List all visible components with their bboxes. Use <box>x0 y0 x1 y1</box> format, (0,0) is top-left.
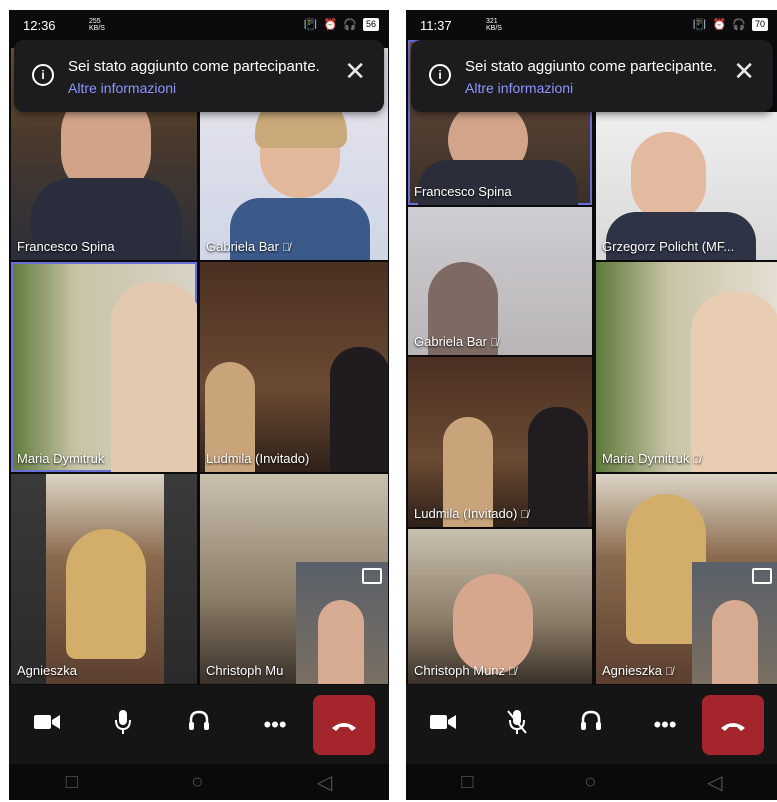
mic-icon[interactable] <box>85 709 161 741</box>
notification-banner: i Sei stato aggiunto come partecipante. … <box>411 40 773 112</box>
participant-name: Ludmila (Invitado) 🎙̸ <box>414 506 529 521</box>
more-info-link[interactable]: Altre informazioni <box>465 80 573 96</box>
banner-message: Sei stato aggiunto come partecipante. <box>465 58 717 75</box>
participant-name: Maria Dymitruk <box>17 451 105 466</box>
vibrate-icon: 📳 <box>692 19 707 31</box>
participant-tile-active[interactable]: Maria Dymitruk <box>11 262 197 472</box>
android-nav-bar: □ ○ ◁ <box>406 764 777 800</box>
network-speed: 255 KB/S <box>89 18 105 32</box>
headset-icon[interactable] <box>554 710 628 740</box>
participant-name: Christoph Mu <box>206 663 284 678</box>
close-icon[interactable]: ✕ <box>733 58 755 84</box>
participant-video <box>318 600 364 684</box>
participant-name: Francesco Spina <box>17 239 115 254</box>
switch-camera-icon[interactable] <box>362 568 382 584</box>
pip-self-view <box>296 562 388 684</box>
hangup-icon <box>721 723 745 731</box>
mic-muted-icon: 🎙̸ <box>281 242 291 254</box>
participant-video <box>528 407 588 527</box>
mic-muted-icon: 🎙̸ <box>508 666 517 678</box>
battery-icon: 70 <box>751 18 768 31</box>
participant-tile[interactable]: Christoph Munz 🎙̸ <box>408 529 592 684</box>
participant-tile[interactable]: Christoph Mu <box>200 474 388 684</box>
participant-name: Christoph Munz 🎙̸ <box>414 663 517 678</box>
participant-video <box>111 282 197 472</box>
status-bar: 12:36 255 KB/S 📳 ⏰ 🎧 56 <box>9 10 389 38</box>
participant-name: Gabriela Bar 🎙̸ <box>414 334 499 349</box>
participant-name: Francesco Spina <box>414 184 512 199</box>
participant-video <box>631 132 706 222</box>
home-icon[interactable]: ○ <box>584 771 596 794</box>
pip-self-view <box>692 562 777 684</box>
back-icon[interactable]: ◁ <box>707 770 722 795</box>
video-camera-icon[interactable] <box>406 712 480 738</box>
participant-tile[interactable]: Gabriela Bar 🎙̸ <box>408 207 592 355</box>
participant-name: Maria Dymitruk 🎙̸ <box>602 451 701 466</box>
participant-tile[interactable]: Grzegorz Policht (MF... <box>596 112 777 260</box>
right-phone-screen: 11:37 321 KB/S 📳 ⏰ 🎧 70 i Sei stato aggi… <box>406 10 777 800</box>
hangup-button[interactable] <box>702 695 764 755</box>
status-time: 12:36 <box>23 18 56 33</box>
more-icon[interactable]: ••• <box>237 712 313 738</box>
participant-tile[interactable]: Ludmila (Invitado) 🎙̸ <box>408 357 592 527</box>
mic-muted-icon: 🎙̸ <box>692 454 701 466</box>
status-bar: 11:37 321 KB/S 📳 ⏰ 🎧 70 <box>406 10 777 38</box>
banner-message: Sei stato aggiunto come partecipante. <box>68 58 320 75</box>
more-info-link[interactable]: Altre informazioni <box>68 80 176 96</box>
headphone-status-icon: 🎧 <box>343 19 357 31</box>
participant-video <box>712 600 758 684</box>
hangup-button[interactable] <box>313 695 375 755</box>
participant-name: Grzegorz Policht (MF... <box>602 239 735 254</box>
mic-muted-icon: 🎙̸ <box>664 666 674 678</box>
alarm-icon: ⏰ <box>712 19 727 31</box>
android-nav-bar: □ ○ ◁ <box>9 764 389 800</box>
home-icon[interactable]: ○ <box>191 771 203 794</box>
participant-name: Ludmila (Invitado) <box>206 451 310 466</box>
call-controls: ••• <box>9 685 389 765</box>
headset-icon[interactable] <box>161 710 237 740</box>
left-phone-screen: 12:36 255 KB/S 📳 ⏰ 🎧 56 i Sei stato aggi… <box>9 10 389 800</box>
hangup-icon <box>332 723 356 731</box>
participant-tile[interactable]: Ludmila (Invitado) <box>200 262 388 472</box>
network-speed: 321 KB/S <box>486 18 502 32</box>
recent-apps-icon[interactable]: □ <box>461 771 473 794</box>
participant-tile[interactable]: Agnieszka <box>11 474 197 684</box>
switch-camera-icon[interactable] <box>752 568 772 584</box>
headphone-status-icon: 🎧 <box>732 19 746 31</box>
recent-apps-icon[interactable]: □ <box>66 771 78 794</box>
alarm-icon: ⏰ <box>323 19 338 31</box>
call-controls: ••• <box>406 685 777 765</box>
info-icon: i <box>32 64 54 86</box>
video-camera-icon[interactable] <box>9 712 85 738</box>
participant-name: Gabriela Bar 🎙̸ <box>206 239 291 254</box>
status-time: 11:37 <box>420 18 452 33</box>
close-icon[interactable]: ✕ <box>344 58 366 84</box>
participant-tile[interactable]: Agnieszka 🎙̸ <box>596 474 777 684</box>
notification-banner: i Sei stato aggiunto come partecipante. … <box>14 40 384 112</box>
mic-muted-icon[interactable] <box>480 709 554 741</box>
back-icon[interactable]: ◁ <box>317 770 332 795</box>
battery-icon: 56 <box>362 18 379 31</box>
participant-video <box>453 574 533 674</box>
mic-muted-icon: 🎙̸ <box>520 509 529 521</box>
vibrate-icon: 📳 <box>303 19 318 31</box>
participant-video <box>330 347 388 472</box>
participant-name: Agnieszka <box>17 663 77 678</box>
participant-hair <box>66 529 146 659</box>
more-icon[interactable]: ••• <box>628 712 702 738</box>
info-icon: i <box>429 64 451 86</box>
participant-name: Agnieszka 🎙̸ <box>602 663 674 678</box>
participant-video <box>691 292 777 472</box>
mic-muted-icon: 🎙̸ <box>489 337 499 349</box>
participant-tile[interactable]: Maria Dymitruk 🎙̸ <box>596 262 777 472</box>
